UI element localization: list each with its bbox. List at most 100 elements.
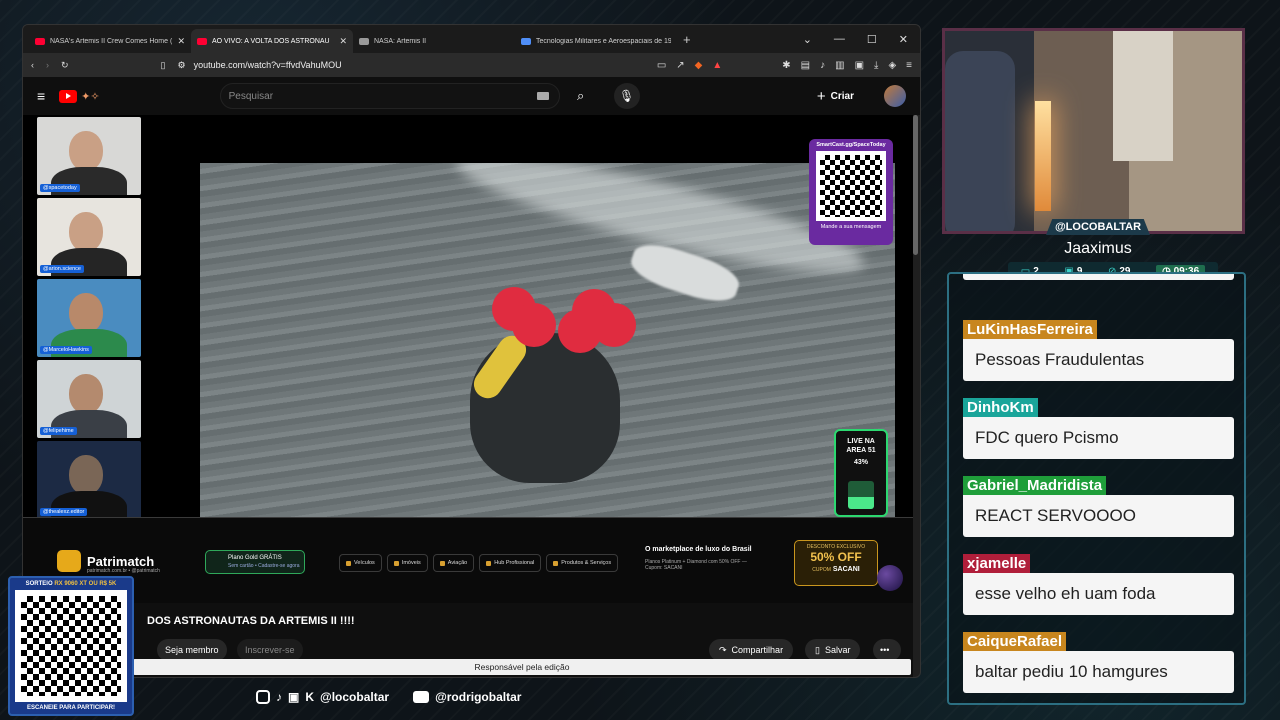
install-icon[interactable]: ▭ [657,60,666,71]
join-button[interactable]: Seja membro [157,639,227,661]
tab-title: NASA: Artemis II [374,37,427,45]
scrollbar[interactable] [913,115,918,255]
search-input[interactable]: Pesquisar [219,83,560,109]
uprighting-bag [592,303,636,347]
hamburger-menu-icon[interactable]: ≡ [37,88,45,104]
person-head [69,293,103,333]
live-gauge: LIVE NA AREA 51 43% [834,429,888,517]
uprighting-bag [512,303,556,347]
reload-icon[interactable]: ↻ [61,60,69,71]
close-window-icon[interactable]: ✕ [899,33,908,46]
more-actions-button[interactable]: ••• [873,639,901,661]
gauge-label: LIVE NA [847,438,875,445]
plan-badge: Plano Gold GRÁTIS Sem cartão • Cadastre-s… [205,550,305,574]
forward-icon[interactable]: › [46,60,49,70]
browser-tab-3[interactable]: NASA: Artemis II [353,29,515,53]
browser-tab-4[interactable]: Tecnologias Militares e Aeroespaciais de… [515,29,677,53]
sidebar-icon[interactable]: ▥ [835,60,844,71]
new-tab-button[interactable]: + [683,32,691,47]
chat-text: Pessoas Fraudulentas [963,339,1234,381]
vpn-icon[interactable]: ◈ [888,60,896,71]
music-icon[interactable]: ♪ [820,60,825,71]
close-icon[interactable]: ✕ [339,36,347,47]
box-icon [553,560,559,566]
tiktok-icon: ♪ [276,690,282,704]
rewards-icon[interactable]: ▲ [712,60,722,71]
gauge-fill [848,496,874,509]
brave-shield-icon[interactable]: ◆ [695,60,703,71]
minimize-icon[interactable]: — [834,33,845,46]
youtube-logo[interactable]: ✦✧ [59,89,100,103]
chat-panel: LuKinHasFerreira Pessoas Fraudulentas Din… [947,272,1246,705]
discount-value: 50% OFF [810,550,862,564]
share-label: Compartilhar [731,645,784,655]
browser-tab-1[interactable]: NASA's Artemis II Crew Comes Home (✕ [29,29,191,53]
maximize-icon[interactable]: ☐ [867,33,877,46]
participant-label: @spacetoday [40,184,80,192]
media-icon[interactable]: ▤ [801,60,810,71]
chevron-down-icon[interactable]: ⌄ [803,33,812,46]
chat-message-partial [963,274,1234,280]
door [1113,31,1173,161]
site-info-icon[interactable]: ⚙ [178,60,186,71]
search-icon[interactable]: ⌕ [566,83,596,109]
download-icon[interactable]: ⤓ [874,60,878,71]
youtube-icon [197,37,207,45]
chat-message: CaiqueRafael baltar pediu 10 hamgures [963,632,1234,693]
video-info: DOS ASTRONAUTAS DA ARTEMIS II !!!! Seja … [23,603,913,677]
share-button[interactable]: ↷ Compartilhar [709,639,794,661]
chat-username: DinhoKm [963,398,1038,417]
create-button[interactable]: + Criar [817,88,854,105]
extensions-icon[interactable]: ✱ [782,60,790,71]
avatar[interactable] [884,85,906,107]
doodle-icon: ✦✧ [81,90,100,103]
ad-category: Hub Profissional [479,554,542,572]
url-field[interactable]: ⚙ youtube.com/watch?v=ffvdVahuMOU [178,55,645,75]
chat-text: esse velho eh uam foda [963,573,1234,615]
subscribe-button[interactable]: Inscrever-se [237,639,303,661]
back-icon[interactable]: ‹ [31,60,34,70]
share-icon[interactable]: ↗ [676,60,684,71]
ocean-footage [200,163,895,517]
ad-categories: Veículos Imóveis Aviação Hub Profissiona… [339,554,619,572]
close-icon[interactable]: ✕ [177,36,185,47]
search-placeholder: Pesquisar [228,90,274,102]
streamer-nick: Jaaximus [1064,240,1132,257]
gaming-chair [945,51,1015,231]
giveaway-panel[interactable]: SORTEIO RX 9060 XT OU R$ 5K ESCANEIE PAR… [8,576,134,716]
browser-tab-2[interactable]: AO VIVO: A VOLTA DOS ASTRONAU ✕ [191,29,353,53]
social-handle: @locobaltar [320,690,390,704]
lamp [1035,101,1051,211]
chat-message: Gabriel_Madridista REACT SERVOOOO [963,476,1234,537]
chat-username: xjamelle [963,554,1031,573]
car-icon [346,560,351,566]
category-label: Imóveis [401,560,421,566]
participant-cam: @MarceloHawkins [37,279,141,357]
wallet-icon[interactable]: ▣ [855,60,864,71]
qr-title: SmartCast.gg/SpaceToday [816,142,886,148]
youtube-header: ≡ ✦✧ Pesquisar ⌕ 🎙 + Criar [23,77,920,115]
qr-code-icon [15,590,127,702]
ad-category: Imóveis [386,554,428,572]
save-button[interactable]: ▯ Salvar [805,639,861,661]
headline-sub: Planos Platinum + Diamond com 50% OFF — … [645,558,747,571]
participant-cam: @felipehime [37,360,141,438]
bookmark-icon[interactable]: ▯ [161,60,166,71]
youtube-icon [413,691,430,703]
chat-message: xjamelle esse velho eh uam foda [963,554,1234,615]
microphone-icon[interactable]: 🎙 [613,83,640,109]
chat-text: REACT SERVOOOO [963,495,1234,537]
plan-sub: Sem cartão • Cadastre-se agora [228,563,300,569]
sponsor-banner[interactable]: Patrimatch patrimatch.com.br • @patrimat… [23,517,913,603]
smartcast-qr[interactable]: SmartCast.gg/SpaceToday Mande a sua mens… [809,139,893,245]
twitch-icon: ▣ [288,690,300,704]
participant-label: @thealexz.editor [40,508,88,516]
gauge-bar [848,481,874,509]
discount-badge: DESCONTO EXCLUSIVO 50% OFF CUPOM SACANI [794,540,878,586]
menu-icon[interactable]: ≡ [906,60,912,71]
keyboard-icon[interactable] [536,92,549,100]
chat-text: FDC quero Pcismo [963,417,1234,459]
video-player[interactable]: @spacetoday @arion.science @MarceloHawki… [23,115,913,603]
plane-icon [439,560,445,566]
share-icon: ↷ [719,644,727,655]
